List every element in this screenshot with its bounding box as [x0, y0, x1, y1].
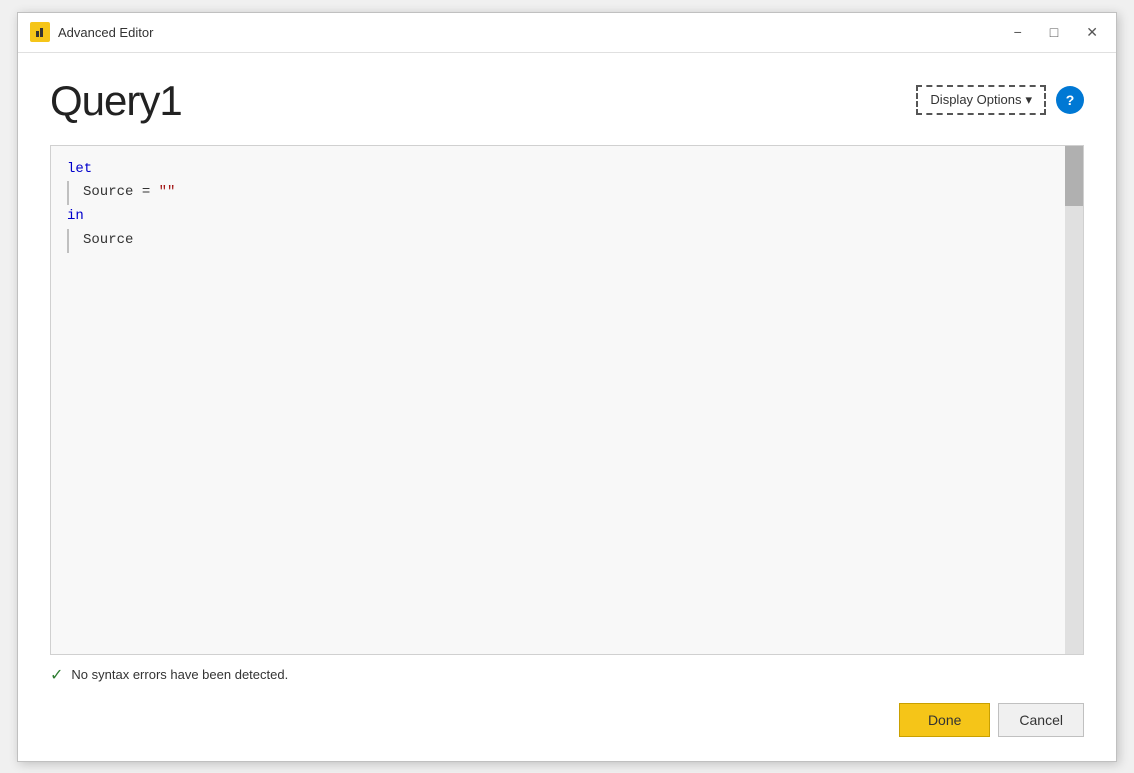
cancel-button[interactable]: Cancel [998, 703, 1084, 737]
app-icon [30, 22, 50, 42]
line-gutter-2 [67, 181, 75, 205]
minimize-button[interactable]: − [1008, 23, 1028, 41]
title-bar-controls: − □ ✕ [1008, 23, 1104, 41]
header-actions: Display Options ▾ ? [916, 85, 1084, 115]
check-icon: ✓ [50, 665, 63, 685]
code-source-key: Source = "" [83, 181, 175, 205]
keyword-in: in [67, 205, 84, 229]
code-editor[interactable]: let Source = "" in Source [51, 146, 1065, 654]
maximize-button[interactable]: □ [1044, 23, 1064, 41]
header-row: Query1 Display Options ▾ ? [50, 77, 1084, 125]
status-bar: ✓ No syntax errors have been detected. [50, 655, 1084, 695]
code-line-3: in [67, 205, 1049, 229]
footer-row: Done Cancel [50, 695, 1084, 741]
editor-container: let Source = "" in Source [50, 145, 1084, 655]
query-title: Query1 [50, 77, 182, 125]
close-button[interactable]: ✕ [1080, 23, 1104, 41]
title-bar-left: Advanced Editor [30, 22, 153, 42]
scrollbar-thumb[interactable] [1065, 146, 1083, 206]
content-area: Query1 Display Options ▾ ? let [18, 53, 1116, 761]
title-bar-text: Advanced Editor [58, 25, 153, 40]
line-gutter-4 [67, 229, 75, 253]
done-button[interactable]: Done [899, 703, 990, 737]
code-line-1: let [67, 158, 1049, 182]
code-source-val: Source [83, 229, 133, 253]
title-bar: Advanced Editor − □ ✕ [18, 13, 1116, 53]
code-line-4: Source [67, 229, 1049, 253]
display-options-label: Display Options [930, 92, 1021, 107]
status-text: No syntax errors have been detected. [71, 667, 288, 682]
display-options-arrow: ▾ [1025, 92, 1032, 108]
keyword-let: let [67, 158, 92, 182]
scrollbar-track[interactable] [1065, 146, 1083, 654]
code-line-2: Source = "" [67, 181, 1049, 205]
display-options-button[interactable]: Display Options ▾ [916, 85, 1046, 115]
help-button[interactable]: ? [1056, 86, 1084, 114]
advanced-editor-dialog: Advanced Editor − □ ✕ Query1 Display Opt… [17, 12, 1117, 762]
